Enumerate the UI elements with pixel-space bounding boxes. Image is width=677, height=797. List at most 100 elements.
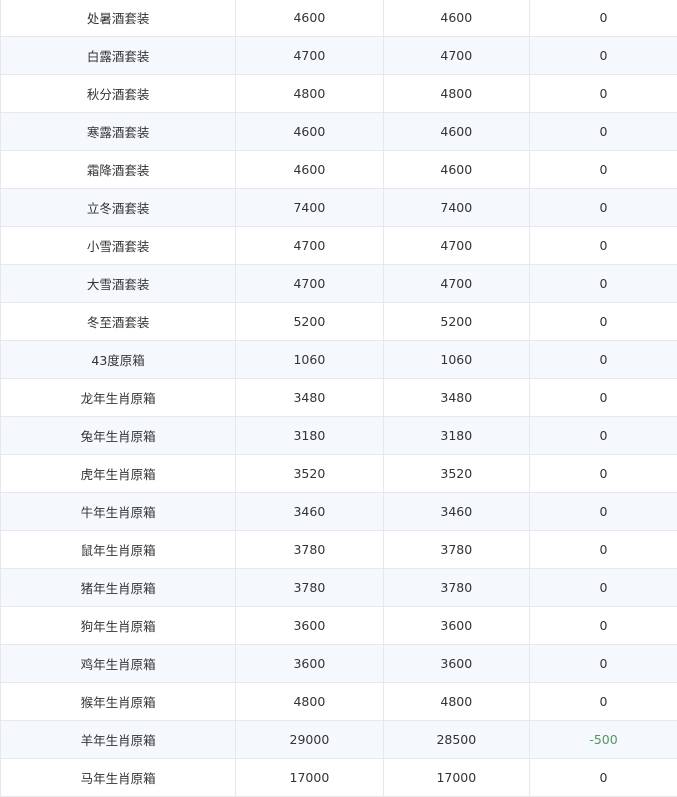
table-row: 43度原箱 1060 1060 0: [1, 340, 677, 379]
value-b-cell: 5200: [383, 302, 531, 341]
table-row: 冬至酒套装 5200 5200 0: [1, 302, 677, 341]
table-row: 处暑酒套装 4600 4600 0: [1, 0, 677, 37]
table-row: 霜降酒套装 4600 4600 0: [1, 150, 677, 189]
difference-cell: 0: [529, 36, 677, 75]
difference-cell: 0: [529, 644, 677, 683]
difference-cell: 0: [529, 340, 677, 379]
product-name-cell: 43度原箱: [1, 340, 237, 379]
product-name-cell: 鸡年生肖原箱: [1, 644, 237, 683]
table-row: 羊年生肖原箱 29000 28500 -500: [1, 720, 677, 759]
value-b-cell: 4700: [383, 36, 531, 75]
difference-cell: 0: [529, 378, 677, 417]
value-b-cell: 17000: [383, 758, 531, 797]
table-row: 猴年生肖原箱 4800 4800 0: [1, 682, 677, 721]
value-a-cell: 3600: [235, 606, 384, 645]
table-row: 牛年生肖原箱 3460 3460 0: [1, 492, 677, 531]
value-b-cell: 4700: [383, 226, 531, 265]
value-a-cell: 3460: [235, 492, 384, 531]
difference-cell: 0: [529, 416, 677, 455]
table-row: 兔年生肖原箱 3180 3180 0: [1, 416, 677, 455]
value-b-cell: 4600: [383, 150, 531, 189]
value-b-cell: 4700: [383, 264, 531, 303]
value-a-cell: 17000: [235, 758, 384, 797]
value-a-cell: 4700: [235, 36, 384, 75]
difference-cell: 0: [529, 226, 677, 265]
value-b-cell: 3520: [383, 454, 531, 493]
product-name-cell: 大雪酒套装: [1, 264, 237, 303]
product-name-cell: 鼠年生肖原箱: [1, 530, 237, 569]
table-row: 龙年生肖原箱 3480 3480 0: [1, 378, 677, 417]
difference-cell: 0: [529, 568, 677, 607]
value-b-cell: 3780: [383, 530, 531, 569]
value-b-cell: 3180: [383, 416, 531, 455]
value-b-cell: 4600: [383, 112, 531, 151]
product-name-cell: 虎年生肖原箱: [1, 454, 237, 493]
difference-cell: 0: [529, 606, 677, 645]
product-name-cell: 冬至酒套装: [1, 302, 237, 341]
table-row: 大雪酒套装 4700 4700 0: [1, 264, 677, 303]
value-a-cell: 4800: [235, 682, 384, 721]
table-row: 鼠年生肖原箱 3780 3780 0: [1, 530, 677, 569]
product-name-cell: 秋分酒套装: [1, 74, 237, 113]
product-name-cell: 处暑酒套装: [1, 0, 237, 37]
table-row: 秋分酒套装 4800 4800 0: [1, 74, 677, 113]
product-name-cell: 马年生肖原箱: [1, 758, 237, 797]
value-a-cell: 3780: [235, 568, 384, 607]
table-row: 虎年生肖原箱 3520 3520 0: [1, 454, 677, 493]
value-a-cell: 3180: [235, 416, 384, 455]
value-a-cell: 4700: [235, 264, 384, 303]
difference-cell: 0: [529, 302, 677, 341]
table-row: 立冬酒套装 7400 7400 0: [1, 188, 677, 227]
value-a-cell: 4600: [235, 0, 384, 37]
product-name-cell: 龙年生肖原箱: [1, 378, 237, 417]
table-row: 寒露酒套装 4600 4600 0: [1, 112, 677, 151]
product-name-cell: 羊年生肖原箱: [1, 720, 237, 759]
value-b-cell: 3460: [383, 492, 531, 531]
value-a-cell: 5200: [235, 302, 384, 341]
value-b-cell: 3600: [383, 606, 531, 645]
difference-cell: 0: [529, 74, 677, 113]
difference-cell: 0: [529, 264, 677, 303]
price-table: 处暑酒套装 4600 4600 0 白露酒套装 4700 4700 0 秋分酒套装 4800 480…: [1, 0, 677, 797]
difference-cell: 0: [529, 492, 677, 531]
product-name-cell: 狗年生肖原箱: [1, 606, 237, 645]
value-a-cell: 3780: [235, 530, 384, 569]
difference-cell: 0: [529, 454, 677, 493]
difference-cell: 0: [529, 150, 677, 189]
value-b-cell: 3480: [383, 378, 531, 417]
difference-cell: 0: [529, 530, 677, 569]
product-name-cell: 寒露酒套装: [1, 112, 237, 151]
value-b-cell: 4600: [383, 0, 531, 37]
value-a-cell: 29000: [235, 720, 384, 759]
difference-cell: 0: [529, 112, 677, 151]
table-row: 鸡年生肖原箱 3600 3600 0: [1, 644, 677, 683]
difference-cell: 0: [529, 758, 677, 797]
value-a-cell: 3600: [235, 644, 384, 683]
product-name-cell: 立冬酒套装: [1, 188, 237, 227]
product-name-cell: 猴年生肖原箱: [1, 682, 237, 721]
value-b-cell: 1060: [383, 340, 531, 379]
value-b-cell: 4800: [383, 74, 531, 113]
difference-cell: 0: [529, 682, 677, 721]
value-a-cell: 4600: [235, 112, 384, 151]
table-row: 白露酒套装 4700 4700 0: [1, 36, 677, 75]
value-b-cell: 3600: [383, 644, 531, 683]
price-table-container: 处暑酒套装 4600 4600 0 白露酒套装 4700 4700 0 秋分酒套装 4800 480…: [0, 0, 677, 797]
difference-cell: 0: [529, 188, 677, 227]
product-name-cell: 牛年生肖原箱: [1, 492, 237, 531]
value-a-cell: 3480: [235, 378, 384, 417]
value-a-cell: 4600: [235, 150, 384, 189]
table-row: 马年生肖原箱 17000 17000 0: [1, 758, 677, 797]
price-table-body: 处暑酒套装 4600 4600 0 白露酒套装 4700 4700 0 秋分酒套装 4800 480…: [1, 0, 677, 797]
difference-cell: -500: [529, 720, 677, 759]
table-row: 小雪酒套装 4700 4700 0: [1, 226, 677, 265]
value-b-cell: 3780: [383, 568, 531, 607]
value-b-cell: 4800: [383, 682, 531, 721]
value-a-cell: 4700: [235, 226, 384, 265]
difference-cell: 0: [529, 0, 677, 37]
product-name-cell: 猪年生肖原箱: [1, 568, 237, 607]
product-name-cell: 兔年生肖原箱: [1, 416, 237, 455]
table-row: 狗年生肖原箱 3600 3600 0: [1, 606, 677, 645]
value-a-cell: 1060: [235, 340, 384, 379]
value-a-cell: 7400: [235, 188, 384, 227]
